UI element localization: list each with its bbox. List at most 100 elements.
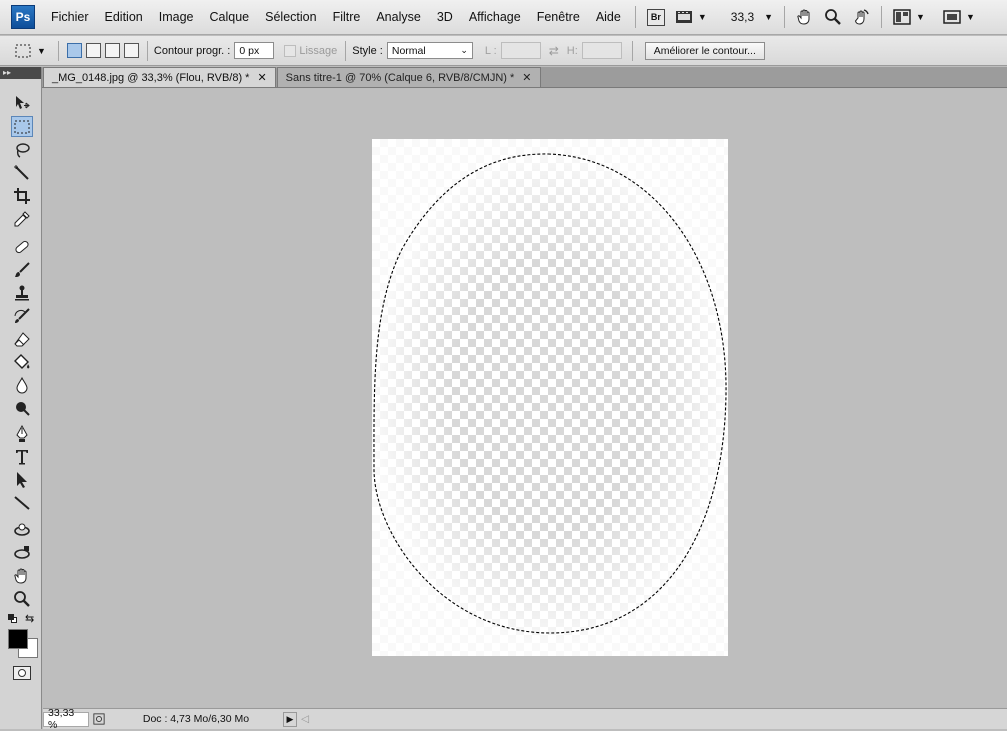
intersect-selection-button[interactable] <box>123 43 139 58</box>
quick-mask-icon <box>18 669 26 677</box>
chevron-down-icon: ▼ <box>764 12 774 22</box>
hand-icon <box>797 9 810 25</box>
move-icon <box>16 95 30 109</box>
new-selection-button[interactable] <box>66 43 82 58</box>
feather-input[interactable]: 0 px <box>234 42 275 59</box>
menu-fenetre[interactable]: Fenêtre <box>529 0 588 35</box>
film-strip-icon <box>675 11 692 23</box>
history-brush-tool[interactable] <box>11 305 33 326</box>
document-canvas[interactable] <box>372 139 728 656</box>
eraser-tool[interactable] <box>11 328 33 349</box>
antialias-label: Lissage <box>299 44 338 57</box>
refine-edge-button[interactable]: Améliorer le contour... <box>644 41 765 60</box>
photoshop-logo: Ps <box>11 5 35 29</box>
move-tool[interactable] <box>11 92 33 113</box>
zoom-status-field[interactable]: 33,33 % <box>43 707 89 731</box>
lasso-tool[interactable] <box>11 139 33 160</box>
blur-tool[interactable] <box>11 374 33 395</box>
canvas-area[interactable] <box>43 89 1007 707</box>
height-input[interactable] <box>581 42 622 59</box>
antialias-checkbox[interactable] <box>284 44 297 57</box>
dodge-tool[interactable] <box>11 397 33 418</box>
status-bar: 33,33 % Doc : 4,73 Mo/6,30 Mo ▶ ◁ <box>43 707 1007 731</box>
style-select[interactable]: Normal ⌄ <box>386 42 473 59</box>
zoom-tool[interactable] <box>11 588 33 609</box>
healing-brush-tool[interactable] <box>11 236 33 257</box>
style-label: Style : <box>352 44 383 57</box>
menu-bar: Ps Fichier Edition Image Calque Sélectio… <box>0 0 1007 35</box>
swap-dimensions-icon[interactable]: ⇄ <box>549 44 559 58</box>
magic-wand-icon <box>14 164 29 180</box>
status-menu-arrow-icon[interactable]: ▶ <box>283 711 297 727</box>
tab-mg-0148[interactable]: _MG_0148.jpg @ 33,3% (Flou, RVB/8) * ✕ <box>43 67 276 87</box>
eyedropper-tool[interactable] <box>11 208 33 229</box>
style-select-value: Normal <box>391 44 426 57</box>
path-selection-icon <box>17 471 27 488</box>
menu-analyse[interactable]: Analyse <box>368 0 428 35</box>
quick-mask-button[interactable] <box>13 666 31 680</box>
path-selection-tool[interactable] <box>11 469 33 490</box>
3d-rotate-icon <box>14 523 30 536</box>
menu-edition[interactable]: Edition <box>97 0 151 35</box>
zoom-tool-button[interactable] <box>819 5 847 29</box>
dodge-icon <box>16 401 30 416</box>
zoom-icon <box>825 9 841 25</box>
brush-tool[interactable] <box>11 259 33 280</box>
menu-image[interactable]: Image <box>151 0 202 35</box>
screen-mode-button[interactable]: ▼ <box>938 5 980 29</box>
rotate-view-icon <box>855 9 869 25</box>
status-preview-button[interactable] <box>89 712 109 727</box>
chevron-down-icon: ▼ <box>37 45 46 56</box>
menu-affichage[interactable]: Affichage <box>461 0 529 35</box>
line-tool[interactable] <box>11 492 33 513</box>
chevron-down-icon: ▼ <box>697 12 707 22</box>
swap-colors-icon[interactable]: ⇆ <box>25 612 34 625</box>
chevron-down-icon: ▼ <box>916 12 925 22</box>
clone-stamp-tool[interactable] <box>11 282 33 303</box>
tools-panel-collapse[interactable]: ▸▸ <box>0 67 41 79</box>
scroll-left-icon[interactable]: ◁ <box>297 712 313 727</box>
tools-panel: ▸▸ ⇆ <box>0 67 42 729</box>
width-label: L : <box>484 44 497 57</box>
document-tabs: _MG_0148.jpg @ 33,3% (Flou, RVB/8) * ✕ S… <box>0 67 1007 88</box>
type-tool[interactable] <box>11 446 33 467</box>
menu-fichier[interactable]: Fichier <box>43 0 97 35</box>
menu-aide[interactable]: Aide <box>588 0 629 35</box>
type-icon <box>16 449 28 464</box>
menu-filtre[interactable]: Filtre <box>325 0 369 35</box>
hand-tool-button[interactable] <box>791 5 819 29</box>
rect-marquee-icon <box>14 120 30 133</box>
crop-tool[interactable] <box>11 185 33 206</box>
doc-size-info: Doc : 4,73 Mo/6,30 Mo <box>142 713 250 725</box>
close-icon[interactable]: ✕ <box>522 71 531 84</box>
rotate-view-button[interactable] <box>847 5 875 29</box>
close-icon[interactable]: ✕ <box>257 71 266 84</box>
zoom-level-dropdown[interactable]: 33,3 ▼ <box>726 5 778 29</box>
bridge-button[interactable]: Br <box>642 5 670 29</box>
width-input[interactable] <box>500 42 541 59</box>
hand-tool[interactable] <box>11 565 33 586</box>
tab-label: _MG_0148.jpg @ 33,3% (Flou, RVB/8) * <box>52 71 250 84</box>
tool-preset-picker[interactable]: ▼ <box>14 43 46 59</box>
options-bar: ▼ Contour progr. : 0 px Lissage Style : … <box>0 36 1007 66</box>
subtract-from-selection-button[interactable] <box>104 43 120 58</box>
history-brush-icon <box>14 307 30 323</box>
3d-orbit-tool[interactable] <box>11 542 33 563</box>
clone-stamp-icon <box>15 285 29 300</box>
menu-3d[interactable]: 3D <box>429 0 461 35</box>
pen-tool[interactable] <box>11 423 33 444</box>
arrange-documents-button[interactable]: ▼ <box>888 5 930 29</box>
menu-calque[interactable]: Calque <box>202 0 258 35</box>
mini-bridge-button[interactable]: ▼ <box>670 5 712 29</box>
3d-rotate-tool[interactable] <box>11 519 33 540</box>
line-icon <box>14 495 30 510</box>
add-to-selection-button[interactable] <box>85 43 101 58</box>
menu-selection[interactable]: Sélection <box>257 0 324 35</box>
tab-sans-titre-1[interactable]: Sans titre-1 @ 70% (Calque 6, RVB/8/CMJN… <box>276 67 541 87</box>
chevron-down-icon: ▼ <box>965 12 975 22</box>
foreground-color-swatch[interactable] <box>8 629 28 649</box>
magic-wand-tool[interactable] <box>11 162 33 183</box>
default-colors-button[interactable] <box>8 614 17 623</box>
rect-marquee-tool[interactable] <box>11 116 33 137</box>
paint-bucket-tool[interactable] <box>11 351 33 372</box>
